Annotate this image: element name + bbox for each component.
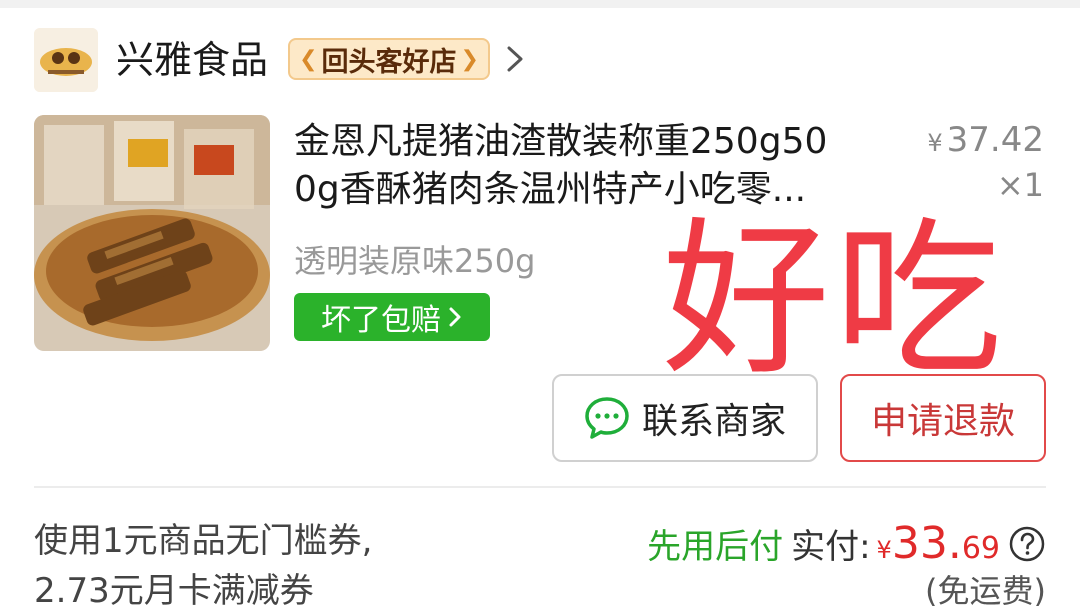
- shop-name[interactable]: 兴雅食品: [116, 36, 268, 84]
- chat-bubble-icon: [585, 397, 629, 439]
- contact-seller-label: 联系商家: [641, 401, 786, 442]
- product-title-line1: 金恩凡提猪油渣散装称重250g50: [294, 121, 828, 162]
- guarantee-label: 坏了包赔: [321, 303, 441, 338]
- paid-currency: ¥: [876, 536, 892, 564]
- price-currency: ¥: [927, 129, 943, 157]
- paid-label: 实付:: [791, 527, 871, 567]
- coupon-info: 使用1元商品无门槛券, 2.73元月卡满减券: [34, 516, 554, 616]
- pay-later-label: 先用后付: [647, 527, 784, 567]
- product-image[interactable]: [34, 115, 270, 351]
- shop-logo[interactable]: [34, 28, 98, 92]
- product-price: ¥37.42: [927, 120, 1044, 160]
- paid-amount-decimal: 69: [961, 531, 1000, 566]
- badge-deco-right-icon: ❯: [460, 46, 479, 72]
- request-refund-label: 申请退款: [870, 401, 1015, 442]
- contact-seller-button[interactable]: 联系商家: [552, 374, 818, 462]
- product-spec: 透明装原味250g: [294, 242, 536, 280]
- paid-amount-integer: 33.: [891, 518, 962, 569]
- question-circle-icon[interactable]: [1008, 525, 1046, 563]
- coupon-line2: 2.73元月卡满减券: [34, 571, 314, 611]
- chevron-right-icon: [449, 307, 461, 327]
- shipping-note: (免运费): [925, 572, 1046, 610]
- guarantee-badge[interactable]: 坏了包赔: [294, 293, 490, 341]
- payment-summary: 先用后付 实付: ¥ 33. 69: [647, 518, 1046, 569]
- divider: [34, 486, 1046, 488]
- coupon-line1: 使用1元商品无门槛券,: [34, 521, 373, 561]
- shop-badge-label: 回头客好店: [321, 46, 457, 78]
- price-value: 37.42: [946, 120, 1044, 160]
- chevron-right-icon[interactable]: [504, 44, 526, 74]
- request-refund-button[interactable]: 申请退款: [840, 374, 1046, 462]
- badge-deco-left-icon: ❮: [299, 46, 318, 72]
- product-quantity: ×1: [996, 166, 1044, 204]
- shop-badge: ❮ 回头客好店 ❯: [288, 38, 490, 80]
- top-strip: [0, 0, 1080, 8]
- handwritten-overlay: 好吃: [662, 202, 1006, 398]
